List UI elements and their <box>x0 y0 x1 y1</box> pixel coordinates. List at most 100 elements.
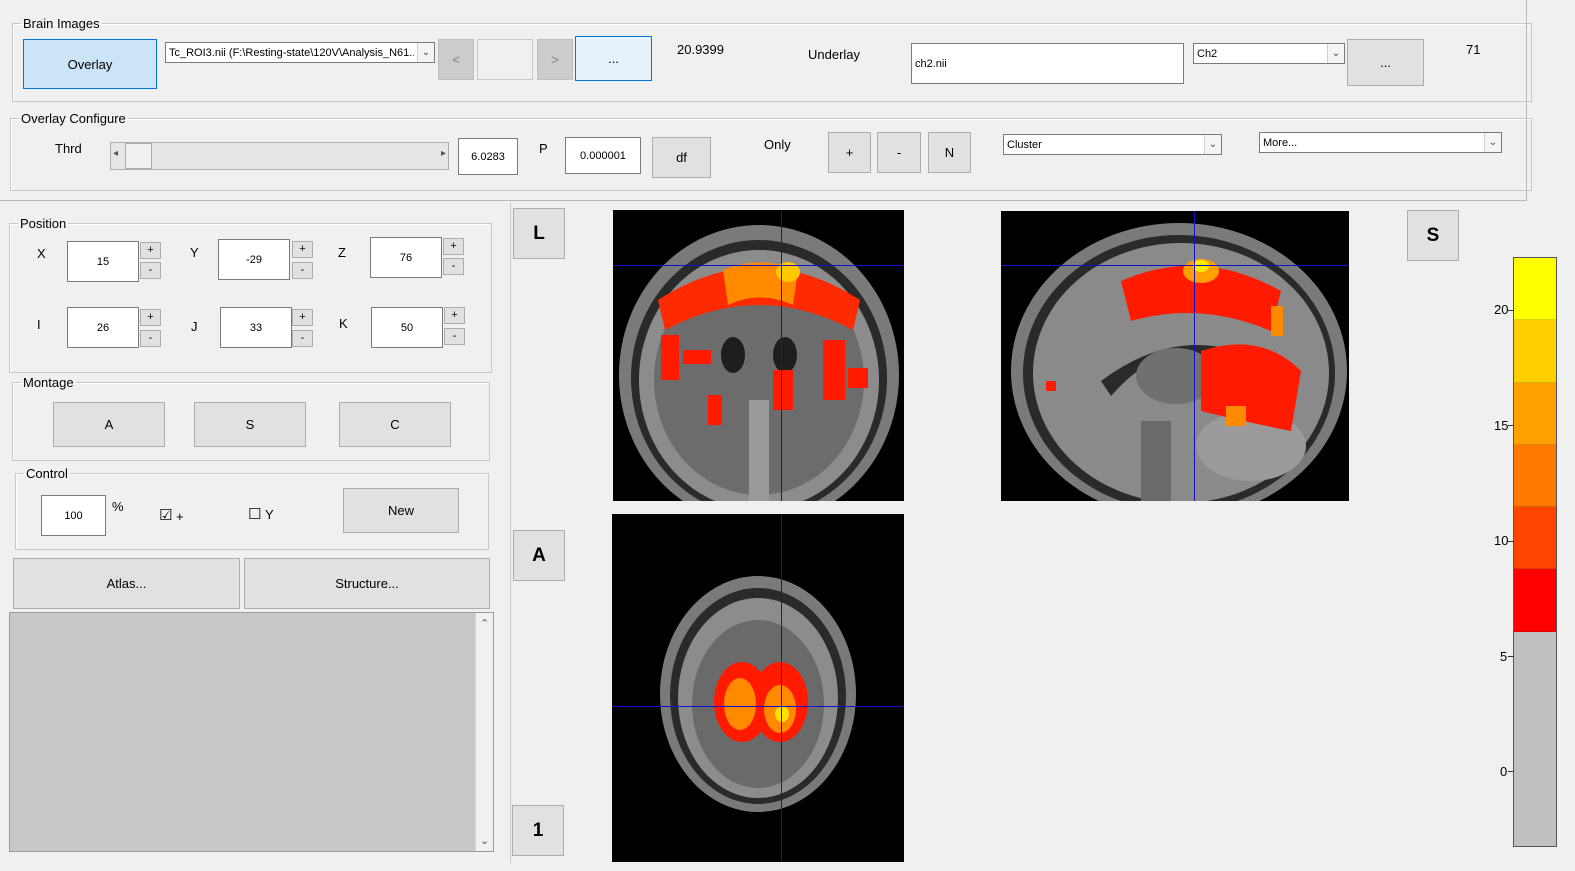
view-orientation-l-button[interactable]: L <box>513 208 565 259</box>
k-increment-button[interactable]: + <box>444 307 465 324</box>
only-n-button[interactable]: N <box>928 132 971 173</box>
k-index-field[interactable]: 50 <box>371 307 443 348</box>
percent-label: % <box>112 499 124 514</box>
browse-overlay-button[interactable]: ... <box>575 36 652 81</box>
i-index-field[interactable]: 26 <box>67 307 139 348</box>
new-button[interactable]: New <box>343 488 459 533</box>
only-positive-button[interactable]: + <box>828 132 871 173</box>
axial-vertical-crosshair <box>781 514 782 862</box>
slider-left-arrow-icon[interactable]: ◂ <box>113 148 118 159</box>
montage-axial-button[interactable]: A <box>53 402 165 447</box>
more-select-text: More... <box>1263 136 1298 149</box>
y-coordinate-field[interactable]: -29 <box>218 239 290 280</box>
k-label: K <box>339 316 348 331</box>
slider-right-arrow-icon[interactable]: ▸ <box>441 148 446 159</box>
underlay-template-text: Ch2 <box>1197 47 1218 60</box>
z-coordinate-field[interactable]: 76 <box>370 237 442 278</box>
i-decrement-button[interactable]: - <box>140 330 161 347</box>
j-increment-button[interactable]: + <box>292 309 313 326</box>
p-value-field[interactable]: 0.000001 <box>565 137 641 174</box>
colorbar-segment <box>1514 444 1556 508</box>
structure-button[interactable]: Structure... <box>244 558 490 609</box>
zoom-field[interactable]: 100 <box>41 495 106 536</box>
only-label: Only <box>764 137 791 152</box>
chevron-down-icon[interactable]: ⌄ <box>1327 44 1344 63</box>
prev-overlay-button[interactable]: < <box>438 39 474 80</box>
view-orientation-s-button[interactable]: S <box>1407 210 1459 261</box>
info-listbox[interactable]: ⌃ ⌄ <box>9 612 494 852</box>
cluster-select-text: Cluster <box>1007 138 1042 151</box>
axial-horizontal-crosshair <box>612 706 904 707</box>
coronal-vertical-crosshair <box>781 210 782 501</box>
scroll-up-icon[interactable]: ⌃ <box>480 617 489 630</box>
control-legend: Control <box>26 466 68 481</box>
chevron-down-icon[interactable]: ⌄ <box>1204 135 1221 154</box>
colorbar-tick <box>1508 771 1514 772</box>
colorbar-tick <box>1508 425 1514 426</box>
p-label: P <box>539 141 548 156</box>
top-panel-right-edge <box>1526 0 1527 201</box>
x-decrement-button[interactable]: - <box>140 262 161 279</box>
slider-thumb[interactable] <box>125 143 152 169</box>
colorbar-tick-label: 15 <box>1494 418 1509 433</box>
overlay-file-select[interactable]: Tc_ROI3.nii (F:\Resting-state\120V\Analy… <box>165 42 435 63</box>
overlay-configure-legend: Overlay Configure <box>21 111 126 126</box>
chevron-down-icon[interactable]: ⌄ <box>1484 133 1501 152</box>
colorbar-segment <box>1514 258 1556 321</box>
info-scrollbar[interactable]: ⌃ ⌄ <box>475 613 493 851</box>
brain-images-legend: Brain Images <box>23 16 100 31</box>
montage-coronal-button[interactable]: C <box>339 402 451 447</box>
y-checkbox-label: Y <box>265 507 274 522</box>
k-decrement-button[interactable]: - <box>444 328 465 345</box>
left-panel-divider <box>510 203 511 863</box>
thrd-label: Thrd <box>55 141 82 156</box>
colorbar-tick <box>1508 541 1514 542</box>
view-orientation-a-button[interactable]: A <box>513 530 565 581</box>
overlay-button[interactable]: Overlay <box>23 39 157 89</box>
threshold-slider[interactable]: ◂ ▸ <box>110 142 449 170</box>
z-decrement-button[interactable]: - <box>443 258 464 275</box>
y-decrement-button[interactable]: - <box>292 262 313 279</box>
y-label: Y <box>190 245 199 260</box>
crosshair-checkbox[interactable]: ☑ <box>159 508 172 523</box>
df-button[interactable]: df <box>652 137 711 178</box>
colorbar-segment <box>1514 382 1556 445</box>
coronal-brain-image <box>619 225 899 501</box>
scroll-down-icon[interactable]: ⌄ <box>480 834 489 847</box>
y-increment-button[interactable]: + <box>292 241 313 258</box>
y-checkbox[interactable]: ☐ <box>248 507 261 522</box>
i-label: I <box>37 317 41 332</box>
montage-sagittal-button[interactable]: S <box>194 402 306 447</box>
overlay-index-display <box>477 39 533 80</box>
j-index-field[interactable]: 33 <box>220 307 292 348</box>
colorbar <box>1513 257 1557 847</box>
i-increment-button[interactable]: + <box>140 309 161 326</box>
colorbar-tick <box>1508 656 1514 657</box>
more-select[interactable]: More... ⌄ <box>1259 132 1502 153</box>
only-negative-button[interactable]: - <box>877 132 921 173</box>
view-one-button[interactable]: 1 <box>512 805 564 856</box>
colorbar-tick-label: 20 <box>1494 302 1509 317</box>
coronal-view[interactable] <box>613 210 904 501</box>
underlay-file-field[interactable]: ch2.nii <box>911 43 1184 84</box>
underlay-max-value: 71 <box>1466 42 1481 57</box>
threshold-value-field[interactable]: 6.0283 <box>458 138 518 175</box>
overlay-max-value: 20.9399 <box>677 42 724 57</box>
next-overlay-button[interactable]: > <box>537 39 573 80</box>
chevron-down-icon[interactable]: ⌄ <box>417 43 434 62</box>
x-coordinate-field[interactable]: 15 <box>67 241 139 282</box>
j-decrement-button[interactable]: - <box>292 330 313 347</box>
j-label: J <box>191 319 198 334</box>
atlas-button[interactable]: Atlas... <box>13 558 240 609</box>
x-increment-button[interactable]: + <box>140 242 161 259</box>
z-increment-button[interactable]: + <box>443 238 464 255</box>
underlay-template-select[interactable]: Ch2 ⌄ <box>1193 43 1345 64</box>
sagittal-view[interactable] <box>1001 211 1349 501</box>
browse-underlay-button[interactable]: ... <box>1347 39 1424 86</box>
colorbar-segment <box>1514 507 1556 570</box>
colorbar-tick-label: 5 <box>1500 649 1508 664</box>
overlay-file-text: Tc_ROI3.nii (F:\Resting-state\120V\Analy… <box>169 46 414 59</box>
cluster-select[interactable]: Cluster ⌄ <box>1003 134 1222 155</box>
axial-view[interactable] <box>612 514 904 862</box>
colorbar-segment <box>1514 320 1556 383</box>
